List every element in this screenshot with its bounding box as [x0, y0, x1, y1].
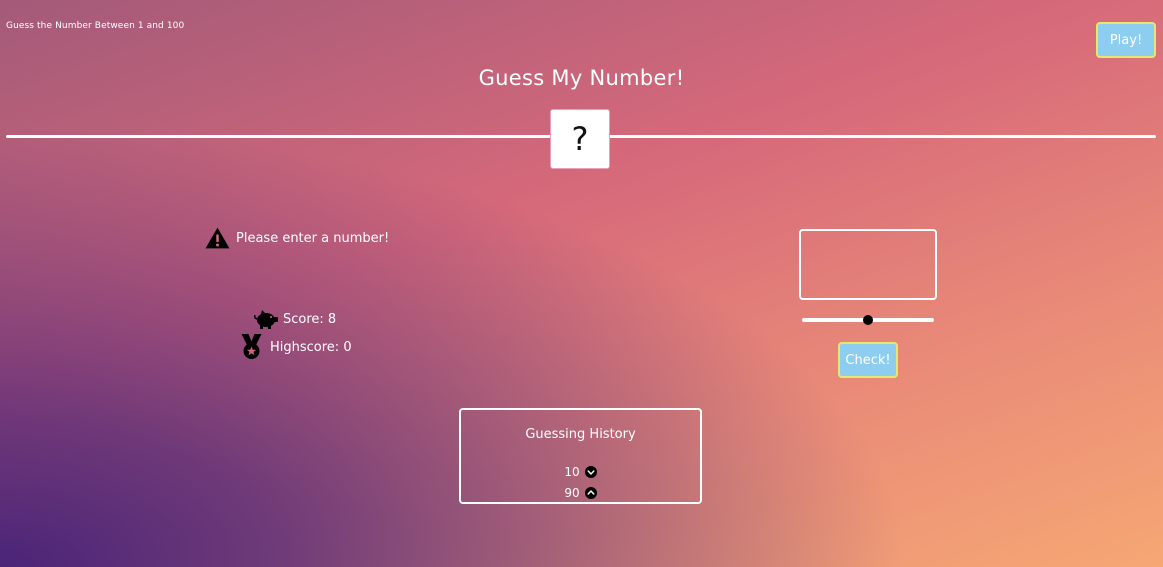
history-item: 10: [461, 461, 700, 482]
piggy-bank-icon: [254, 310, 278, 329]
arrow-down-circle-icon: [584, 465, 597, 478]
history-list: 10 90: [461, 461, 700, 503]
check-button[interactable]: Check!: [838, 342, 898, 378]
page-title: Guess My Number!: [478, 66, 685, 90]
warning-icon: [205, 227, 230, 249]
guess-slider[interactable]: [802, 313, 934, 327]
highscore-text: Highscore: 0: [270, 339, 352, 355]
score-text: Score: 8: [283, 311, 337, 327]
arrow-up-circle-icon: [584, 486, 597, 499]
guessing-history: Guessing History 10 90: [459, 408, 702, 504]
medal-icon: [241, 334, 262, 359]
score: Score: 8: [253, 308, 336, 330]
history-title: Guessing History: [525, 427, 636, 442]
history-item: 90: [461, 482, 700, 503]
highscore: Highscore: 0: [239, 334, 352, 360]
secret-number-box: ?: [550, 109, 610, 169]
status-message: Please enter a number!: [205, 227, 389, 249]
play-button[interactable]: Play!: [1096, 22, 1156, 58]
status-message-text: Please enter a number!: [236, 230, 390, 246]
guess-input[interactable]: [799, 229, 937, 300]
page-subtitle: Guess the Number Between 1 and 100: [6, 21, 185, 31]
slider-thumb[interactable]: [863, 315, 873, 325]
history-value: 10: [564, 464, 580, 479]
history-value: 90: [564, 485, 580, 500]
